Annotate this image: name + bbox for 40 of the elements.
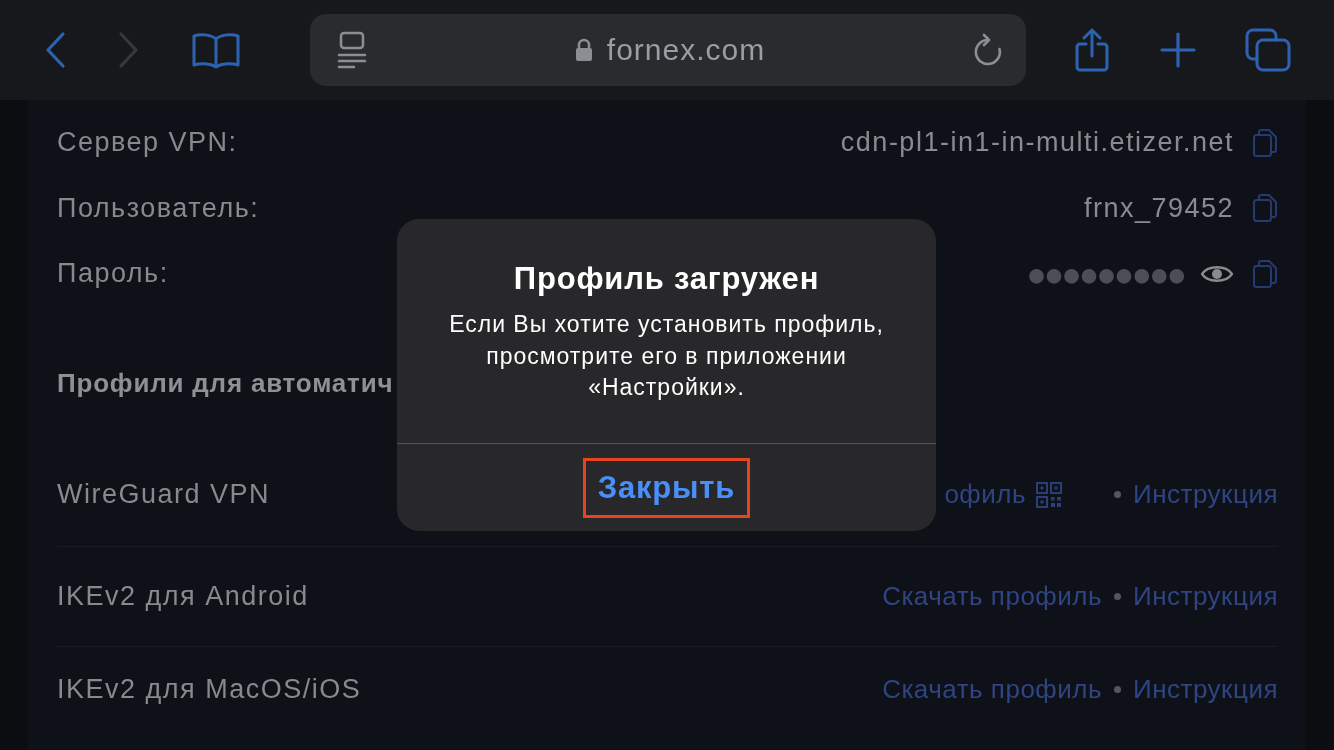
alert-message: Если Вы хотите установить профиль, просмотрите его в приложении «Настройки».	[448, 310, 885, 402]
field-value: cdn-pl1-in1-in-multi.etizer.net	[840, 127, 1234, 159]
profile-name: WireGuard VPN	[57, 479, 271, 510]
download-profile-link[interactable]: Скачать профиль	[882, 580, 1102, 612]
instructions-link[interactable]: Инструкция	[1133, 479, 1278, 510]
overlapping-squares-icon	[1245, 28, 1291, 72]
qr-code-icon[interactable]	[1036, 481, 1062, 508]
profile-name: IKEv2 для MacOS/iOS	[57, 674, 362, 705]
reader-button[interactable]	[336, 31, 368, 69]
alert-title: Профиль загружен	[512, 260, 821, 298]
instructions-link[interactable]: Инструкция	[1133, 674, 1278, 705]
plus-icon	[1159, 31, 1197, 69]
download-profile-link[interactable]: Скачать профиль	[882, 674, 1102, 705]
copy-icon[interactable]	[1252, 127, 1278, 158]
field-label: Сервер VPN:	[57, 127, 238, 159]
reload-icon	[972, 32, 1004, 68]
open-book-icon	[191, 30, 241, 70]
field-value: frnx_79452	[1083, 192, 1234, 224]
reader-view-icon	[336, 31, 368, 69]
instructions-link[interactable]: Инструкция	[1133, 580, 1278, 612]
url-text: fornex.com	[606, 33, 766, 67]
separator-dot-icon	[1114, 592, 1121, 600]
reload-button[interactable]	[972, 32, 1004, 68]
close-button[interactable]: Закрыть	[582, 457, 751, 518]
copy-icon[interactable]	[1252, 258, 1278, 289]
share-button[interactable]	[1073, 27, 1111, 73]
share-icon	[1073, 27, 1111, 73]
profile-name: IKEv2 для Android	[57, 580, 309, 612]
separator-dot-icon	[1114, 491, 1121, 498]
address-bar[interactable]: fornex.com	[310, 14, 1026, 86]
separator-dot-icon	[1114, 686, 1121, 693]
masked-password: ●●●●●●●●●	[1026, 256, 1184, 291]
new-tab-button[interactable]	[1159, 31, 1197, 69]
field-label: Пароль:	[57, 258, 169, 290]
section-title: Профили для автоматич	[57, 366, 394, 400]
bookmarks-button[interactable]	[191, 30, 241, 70]
field-label: Пользователь:	[57, 192, 260, 224]
copy-icon[interactable]	[1252, 193, 1278, 224]
download-profile-link[interactable]: офиль	[944, 479, 1026, 510]
tabs-button[interactable]	[1245, 28, 1291, 72]
